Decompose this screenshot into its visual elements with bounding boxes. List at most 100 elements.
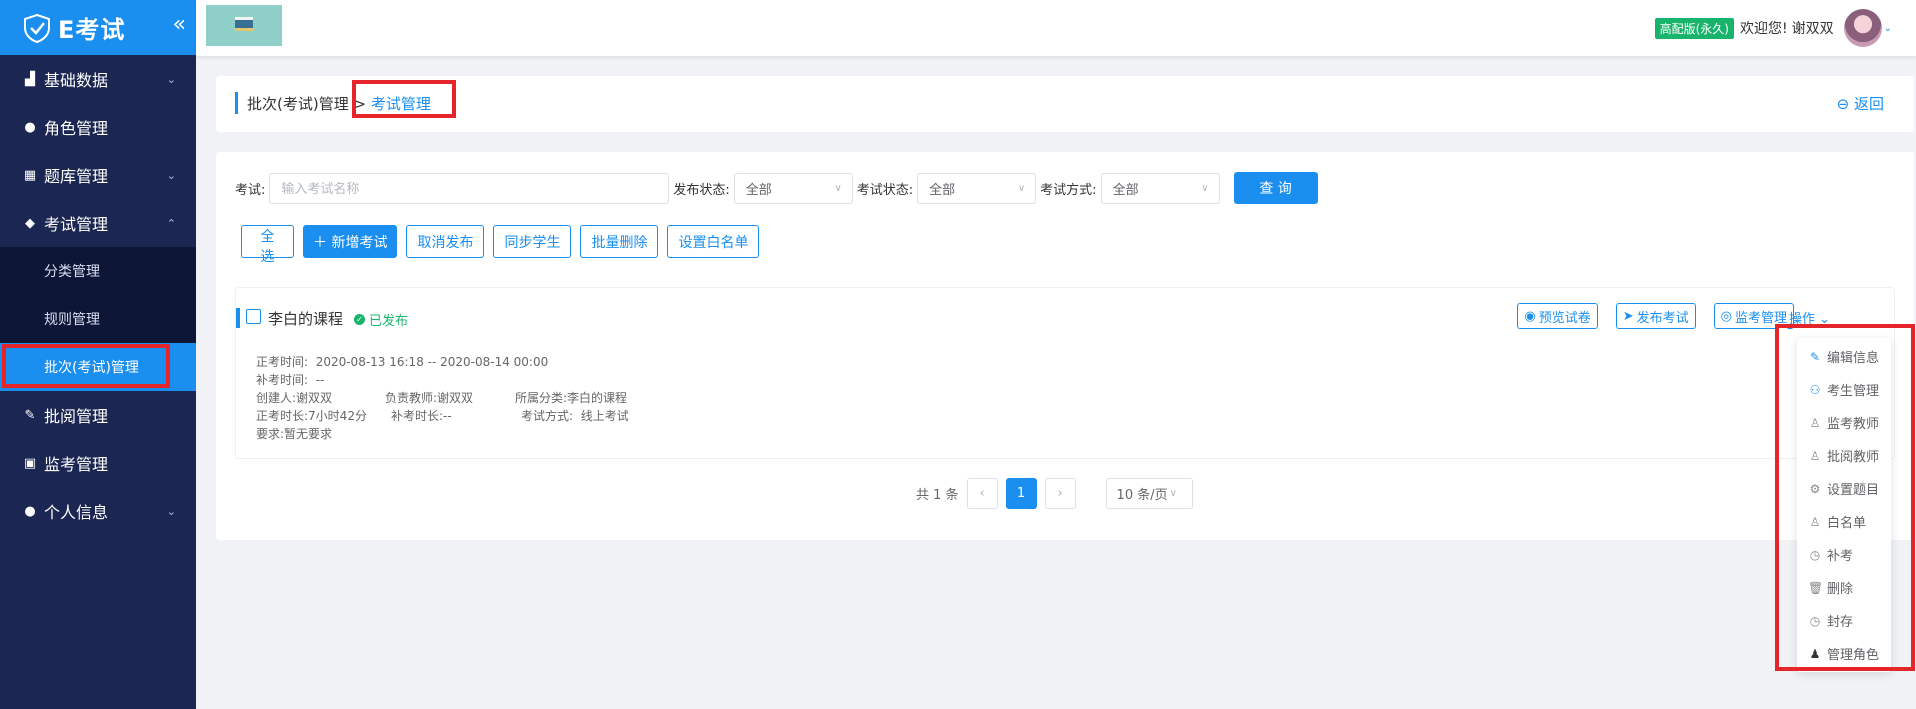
chevron-down-icon: ∨ [834, 182, 842, 194]
query-button[interactable]: 查 询 [1233, 172, 1318, 204]
shield-logo-icon [24, 13, 50, 43]
menu-item-archive[interactable]: ◷ 封存 [1797, 604, 1891, 637]
operate-dropdown-trigger[interactable]: 操作 ⌄ [1789, 308, 1830, 327]
exam-mode-select[interactable]: 全部 ∨ [1100, 172, 1220, 204]
menu-item-whitelist[interactable]: ♙ 白名单 [1797, 505, 1891, 538]
action-row: 全 选 ＋ 新增考试 取消发布 同步学生 批量删除 设置白名单 [241, 225, 760, 265]
operate-dropdown-menu: ✎ 编辑信息 ⚇ 考生管理 ♙ 监考教师 ♙ 批阅教师 ⚙ 设置题目 ♙ 白名单 ◷ 补考 🗑… [1797, 338, 1891, 672]
menu-item-edit-info[interactable]: ✎ 编辑信息 [1797, 340, 1891, 373]
sidebar-item-question-bank[interactable]: ▦ 题库管理 ⌄ [0, 151, 196, 199]
sidebar-item-exams[interactable]: ◆ 考试管理 ⌃ [0, 199, 196, 247]
breadcrumb-card: 批次(考试)管理 > 考试管理 ⊖ 返回 [216, 76, 1914, 132]
avatar[interactable] [1843, 9, 1882, 47]
chevron-down-icon: ⌄ [166, 168, 176, 182]
check-circle-icon: ✓ [354, 314, 365, 325]
sidebar-item-invigilation[interactable]: ▣ 监考管理 [0, 439, 196, 487]
gear-icon: ⚙ [1809, 481, 1821, 496]
menu-item-label: 批阅教师 [1827, 450, 1880, 465]
username: 谢双双 [1791, 21, 1834, 37]
select-all-button[interactable]: 全 选 [241, 225, 294, 265]
menu-item-manage-role[interactable]: ♟ 管理角色 [1797, 637, 1891, 670]
menu-item-reviewer[interactable]: ♙ 批阅教师 [1797, 439, 1891, 472]
book-icon [235, 17, 253, 31]
sidebar-subitem-rules[interactable]: 规则管理 [0, 295, 196, 343]
set-whitelist-button[interactable]: 设置白名单 [667, 225, 760, 258]
person-icon: ● [24, 503, 36, 519]
chevron-down-icon: ∨ [1169, 488, 1177, 499]
status-badge: ✓ 已发布 [354, 310, 408, 329]
menu-item-label: 删除 [1827, 582, 1854, 597]
operate-label: 操作 [1788, 312, 1815, 327]
menu-item-label: 管理角色 [1827, 648, 1880, 663]
send-icon: ➤ [1622, 308, 1634, 324]
monitor-icon: ▣ [23, 455, 37, 471]
publish-status-select[interactable]: 全部 ∨ [733, 172, 853, 204]
role-icon: ♟ [1809, 646, 1821, 661]
chevron-down-icon[interactable]: ⌄ [1884, 23, 1892, 34]
chevron-down-icon: ∨ [1017, 182, 1026, 194]
exam-time-value: 2020-08-13 16:18 -- 2020-08-14 00:00 [315, 355, 549, 369]
breadcrumb-accent-bar [235, 92, 238, 114]
menu-item-invigilator[interactable]: ♙ 监考教师 [1797, 406, 1891, 439]
menu-item-label: 封存 [1827, 615, 1854, 630]
prev-page-button[interactable]: ‹ [966, 478, 998, 509]
edit-icon: ✎ [24, 407, 36, 423]
teacher-cell: 负责教师:谢双双 [385, 389, 515, 407]
duration-value: 7小时42分 [308, 409, 367, 423]
select-value: 全部 [929, 182, 956, 198]
chevron-down-icon: ⌄ [166, 504, 176, 518]
info-row: 创建人:谢双双 负责教师:谢双双 所属分类:李白的课程 [256, 389, 629, 407]
exam-info: 正考时间: 2020-08-13 16:18 -- 2020-08-14 00:… [256, 353, 629, 443]
back-link[interactable]: ⊖ 返回 [1837, 93, 1884, 114]
duration-label: 正考时长: [256, 409, 309, 423]
sidebar-item-label: 批阅管理 [44, 407, 109, 426]
requirement-label: 要求: [256, 427, 285, 441]
makeup-time-label: 补考时间: [256, 373, 309, 387]
exam-checkbox[interactable] [246, 309, 261, 324]
sidebar-item-basic-data[interactable]: ▟ 基础数据 ⌄ [0, 55, 196, 103]
menu-item-set-questions[interactable]: ⚙ 设置题目 [1797, 472, 1891, 505]
collapse-sidebar-icon[interactable]: « [173, 12, 186, 37]
back-label: 返回 [1853, 95, 1884, 113]
exam-status-select[interactable]: 全部 ∨ [917, 172, 1037, 204]
sidebar-subitem-category[interactable]: 分类管理 [0, 247, 196, 295]
add-exam-label: 新增考试 [331, 234, 388, 251]
highlight-box [352, 80, 456, 118]
preview-paper-button[interactable]: ◉ 预览试卷 [1517, 303, 1598, 329]
sync-students-button[interactable]: 同步学生 [493, 225, 572, 258]
top-header: 高配版(永久) 欢迎您! 谢双双 ⌄ [196, 0, 1916, 56]
info-row: 正考时长:7小时42分 补考时长:-- 考试方式: 线上考试 [256, 407, 629, 425]
sidebar-item-review[interactable]: ✎ 批阅管理 [0, 391, 196, 439]
sidebar-item-profile[interactable]: ● 个人信息 ⌄ [0, 487, 196, 535]
exam-actions: ◉ 预览试卷 ➤ 发布考试 ◎ 监考管理 [1517, 303, 1794, 329]
breadcrumb-parent[interactable]: 批次(考试)管理 [247, 95, 349, 113]
page-size-select[interactable]: 10 条/页 ∨ [1105, 478, 1193, 509]
publish-exam-button[interactable]: ➤ 发布考试 [1615, 303, 1696, 329]
menu-item-label: 编辑信息 [1827, 351, 1880, 366]
makeup-duration-value: -- [443, 409, 452, 423]
sidebar-item-roles[interactable]: ● 角色管理 [0, 103, 196, 151]
edition-badge: 高配版(永久) [1654, 17, 1734, 39]
sidebar-item-label: 角色管理 [44, 119, 109, 138]
page-number-button[interactable]: 1 [1005, 478, 1037, 509]
cancel-publish-button[interactable]: 取消发布 [406, 225, 485, 258]
next-page-button[interactable]: › [1044, 478, 1076, 509]
select-value: 全部 [1112, 182, 1139, 198]
menu-item-student-manage[interactable]: ⚇ 考生管理 [1797, 373, 1891, 406]
users-icon: ⚇ [1809, 382, 1821, 397]
exam-filter-label: 考试: [235, 182, 266, 198]
exam-title[interactable]: 李白的课程 [268, 308, 343, 329]
location-icon: ◆ [25, 215, 35, 231]
menu-item-delete[interactable]: 🗑 删除 [1797, 571, 1891, 604]
pagination: 共 1 条 ‹ 1 › 10 条/页 ∨ [916, 478, 1193, 509]
add-exam-button[interactable]: ＋ 新增考试 [303, 225, 398, 258]
makeup-duration-label: 补考时长: [391, 409, 444, 423]
requirement-value: 暂无要求 [284, 427, 333, 441]
exam-name-input[interactable] [269, 172, 670, 204]
menu-item-label: 设置题目 [1827, 483, 1880, 498]
batch-delete-button[interactable]: 批量删除 [580, 225, 659, 258]
sidebar-subitem-batch[interactable]: 批次(考试)管理 [0, 343, 196, 391]
menu-item-makeup[interactable]: ◷ 补考 [1797, 538, 1891, 571]
info-row: 补考时间: -- [256, 371, 629, 389]
highlight-box [2, 344, 170, 388]
